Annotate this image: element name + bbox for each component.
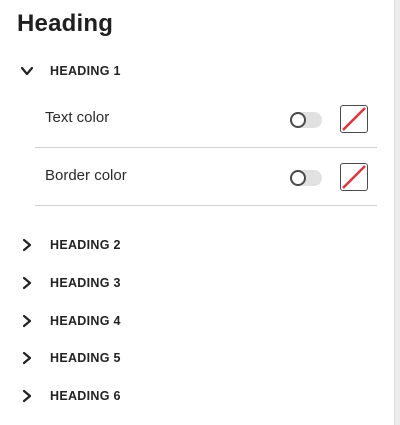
border-color-row: Border color: [35, 148, 377, 206]
section-header-heading-6[interactable]: HEADING 6: [0, 382, 394, 410]
chevron-right-icon: [20, 389, 34, 403]
text-color-row: Text color: [35, 90, 377, 148]
section-header-heading-4[interactable]: HEADING 4: [0, 307, 394, 335]
heading-properties-panel: Heading HEADING 1 Text color Border colo…: [0, 0, 394, 425]
section-label: HEADING 6: [50, 389, 121, 403]
no-color-swatch-icon: [342, 165, 366, 189]
section-header-heading-3[interactable]: HEADING 3: [0, 269, 394, 297]
scrollbar-track[interactable]: [394, 0, 400, 425]
toggle-knob: [290, 112, 306, 128]
section-label: HEADING 1: [50, 64, 121, 78]
text-color-label: Text color: [45, 109, 110, 126]
toggle-knob: [290, 170, 306, 186]
chevron-right-icon: [20, 276, 34, 290]
section-header-heading-2[interactable]: HEADING 2: [0, 231, 394, 259]
no-color-swatch-icon: [342, 107, 366, 131]
border-color-label: Border color: [45, 167, 127, 184]
section-label: HEADING 3: [50, 276, 121, 290]
section-header-heading-1[interactable]: HEADING 1: [0, 57, 394, 85]
section-header-heading-5[interactable]: HEADING 5: [0, 344, 394, 372]
chevron-down-icon: [20, 64, 34, 78]
section-label: HEADING 2: [50, 238, 121, 252]
chevron-right-icon: [20, 238, 34, 252]
text-color-toggle[interactable]: [290, 112, 322, 128]
chevron-right-icon: [20, 314, 34, 328]
section-label: HEADING 4: [50, 314, 121, 328]
border-color-swatch[interactable]: [340, 163, 368, 191]
panel-title: Heading: [17, 10, 114, 37]
chevron-right-icon: [20, 351, 34, 365]
border-color-toggle[interactable]: [290, 170, 322, 186]
section-label: HEADING 5: [50, 351, 121, 365]
text-color-swatch[interactable]: [340, 105, 368, 133]
